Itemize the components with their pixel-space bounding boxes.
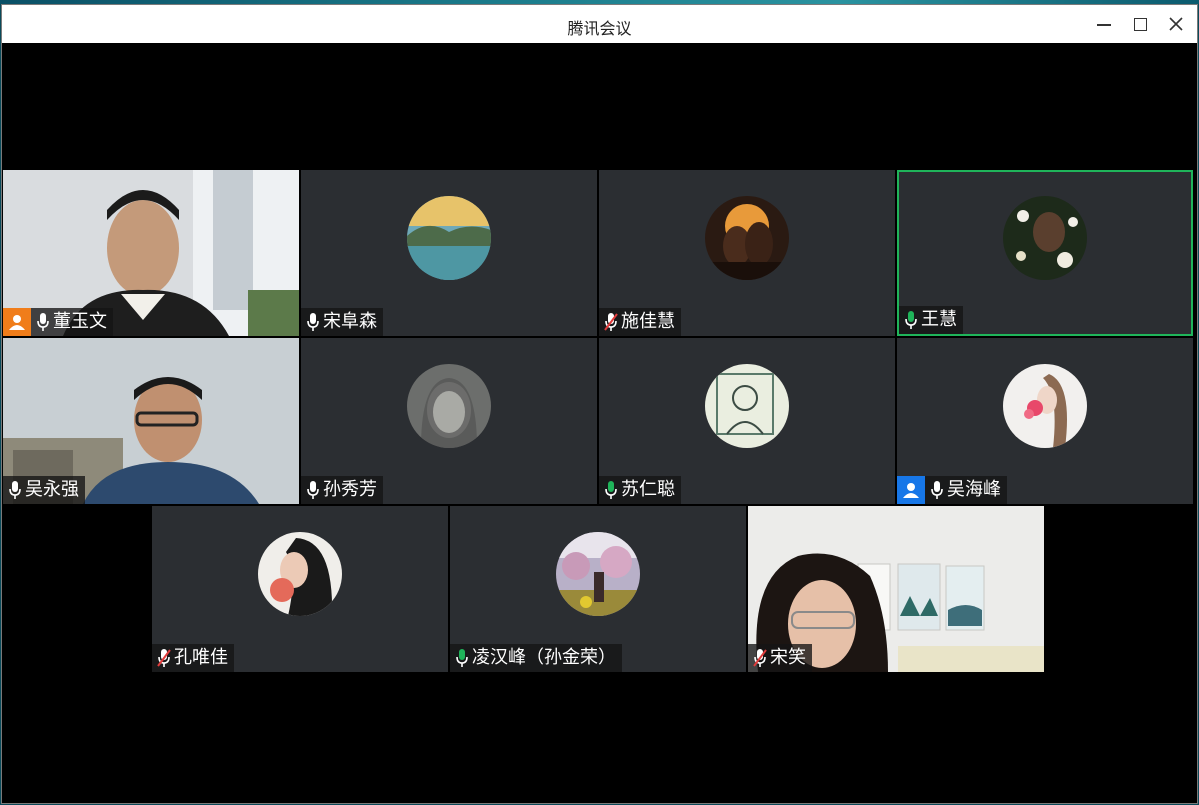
avatar: [556, 532, 640, 616]
avatar: [705, 196, 789, 280]
nameplate: 王慧: [899, 306, 963, 334]
participant-name: 宋笑: [770, 647, 806, 668]
nameplate: 施佳慧: [599, 308, 681, 336]
participant-tile[interactable]: 孙秀芳: [301, 338, 597, 504]
host-badge: [3, 308, 31, 336]
microphone-icon[interactable]: [303, 476, 323, 504]
microphone-muted-icon[interactable]: [601, 308, 621, 336]
microphone-icon[interactable]: [303, 308, 323, 336]
participant-tile[interactable]: 凌汉峰（孙金荣）: [450, 506, 746, 672]
nameplate: 凌汉峰（孙金荣）: [450, 644, 622, 672]
person-badge-icon: [9, 315, 25, 330]
participant-name: 施佳慧: [621, 311, 675, 332]
participant-name: 凌汉峰（孙金荣）: [472, 647, 616, 668]
participant-tile[interactable]: 吴永强: [3, 338, 299, 504]
participant-name: 吴永强: [25, 479, 79, 500]
participant-name: 宋阜森: [323, 311, 377, 332]
close-button[interactable]: [1159, 9, 1193, 39]
microphone-icon[interactable]: [601, 476, 621, 504]
window-title: 腾讯会议: [567, 19, 632, 38]
microphone-muted-icon[interactable]: [750, 644, 770, 672]
participant-tile[interactable]: 董玉文: [3, 170, 299, 336]
avatar: [705, 364, 789, 448]
avatar: [407, 196, 491, 280]
avatar: [258, 532, 342, 616]
participant-name: 王慧: [921, 309, 957, 330]
participant-tile-active-speaker[interactable]: 王慧: [897, 170, 1193, 336]
maximize-button[interactable]: [1123, 9, 1157, 39]
person-badge-icon: [903, 483, 919, 498]
avatar: [1003, 196, 1087, 280]
avatar: [407, 364, 491, 448]
nameplate: 吴海峰: [897, 476, 1007, 504]
participant-tile[interactable]: 苏仁聪: [599, 338, 895, 504]
microphone-icon[interactable]: [5, 476, 25, 504]
participant-tile[interactable]: 施佳慧: [599, 170, 895, 336]
minimize-button[interactable]: [1087, 9, 1121, 39]
close-icon: [1169, 17, 1183, 31]
nameplate: 孙秀芳: [301, 476, 383, 504]
nameplate: 苏仁聪: [599, 476, 681, 504]
nameplate: 董玉文: [3, 308, 113, 336]
microphone-icon[interactable]: [927, 476, 947, 504]
microphone-icon[interactable]: [33, 308, 53, 336]
participant-name: 吴海峰: [947, 479, 1001, 500]
participant-tile[interactable]: 宋笑: [748, 506, 1044, 672]
avatar: [1003, 364, 1087, 448]
microphone-icon[interactable]: [901, 306, 921, 334]
nameplate: 宋笑: [748, 644, 812, 672]
nameplate: 宋阜森: [301, 308, 383, 336]
nameplate: 吴永强: [3, 476, 85, 504]
meeting-window: 腾讯会议 董玉文 宋阜森 施佳慧 王慧 吴永强 孙秀芳 苏仁聪 吴海峰 孔唯佳 …: [1, 4, 1198, 804]
participant-name: 董玉文: [53, 311, 107, 332]
participant-name: 孙秀芳: [323, 479, 377, 500]
cohost-badge: [897, 476, 925, 504]
title-bar[interactable]: 腾讯会议: [2, 5, 1197, 43]
participant-tile[interactable]: 吴海峰: [897, 338, 1193, 504]
nameplate: 孔唯佳: [152, 644, 234, 672]
video-grid: 董玉文 宋阜森 施佳慧 王慧 吴永强 孙秀芳 苏仁聪 吴海峰 孔唯佳 凌汉峰（孙…: [2, 43, 1197, 803]
microphone-muted-icon[interactable]: [154, 644, 174, 672]
microphone-icon[interactable]: [452, 644, 472, 672]
participant-tile[interactable]: 宋阜森: [301, 170, 597, 336]
participant-name: 苏仁聪: [621, 479, 675, 500]
participant-name: 孔唯佳: [174, 647, 228, 668]
participant-tile[interactable]: 孔唯佳: [152, 506, 448, 672]
